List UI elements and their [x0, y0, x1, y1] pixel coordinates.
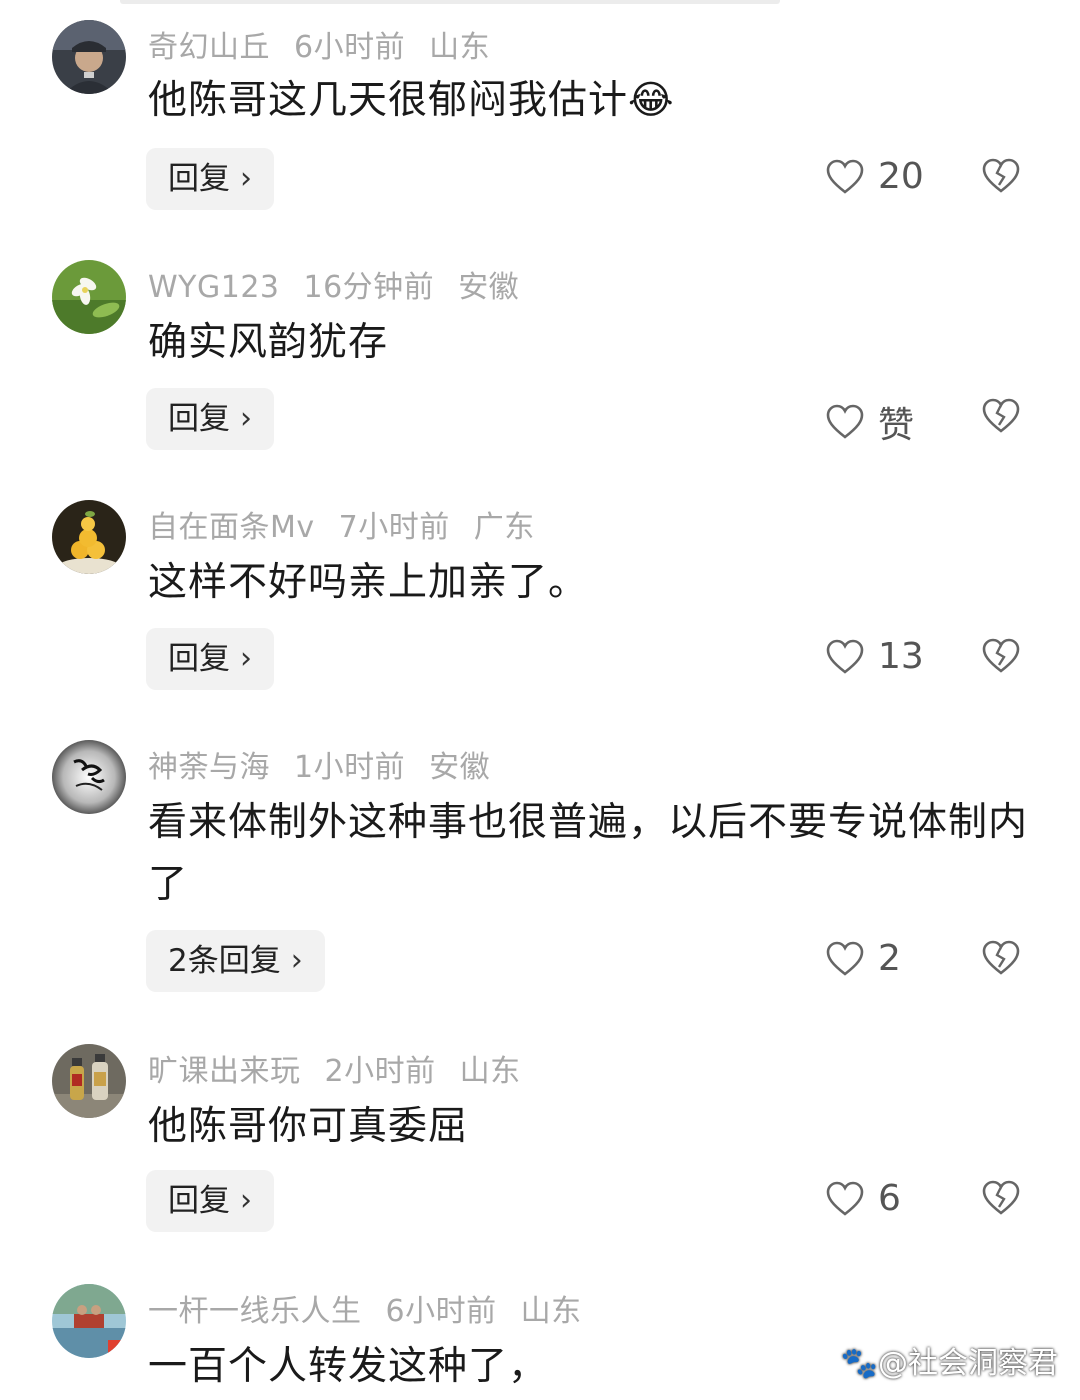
comment-body: 一百个人转发这种了，	[148, 1344, 549, 1389]
paw-icon: 🐾	[840, 1346, 878, 1381]
watermark-text: @社会洞察君	[878, 1346, 1058, 1381]
like-button[interactable]: 2	[826, 938, 901, 979]
comment-item: 旷课出来玩 2小时前 山东 他陈哥你可真委屈 回复 › 6	[0, 1044, 1080, 1244]
like-count: 13	[878, 636, 924, 677]
timestamp: 1小时前	[294, 750, 406, 785]
like-button[interactable]: 赞	[826, 396, 914, 448]
like-count: 6	[878, 1178, 901, 1219]
chevron-right-icon: ›	[240, 641, 252, 676]
comment-meta: 奇幻山丘 6小时前 山东	[148, 22, 514, 66]
comment-meta: 旷课出来玩 2小时前 山东	[148, 1046, 545, 1090]
user-avatar[interactable]	[52, 500, 126, 574]
heart-icon	[826, 639, 864, 674]
username[interactable]: 旷课出来玩	[148, 1054, 301, 1089]
comment-item: 奇幻山丘 6小时前 山东 他陈哥这几天很郁闷我估计😂 回复 › 20	[0, 20, 1080, 220]
username[interactable]: 一杆一线乐人生	[148, 1294, 362, 1329]
timestamp: 6小时前	[294, 30, 406, 65]
reply-label: 回复	[168, 1183, 230, 1219]
comment-text: 他陈哥你可真委屈	[148, 1096, 1038, 1158]
comment-text: 这样不好吗亲上加亲了。	[148, 552, 1038, 614]
heart-icon	[826, 404, 864, 439]
reply-label: 回复	[168, 161, 230, 197]
region: 安徽	[429, 750, 491, 785]
username[interactable]: 神荼与海	[148, 750, 270, 785]
comment-body: 看来体制外这种事也很普遍，以后不要专说体制内了	[148, 800, 1029, 907]
reply-button[interactable]: 回复 ›	[146, 388, 274, 450]
chevron-right-icon: ›	[240, 161, 252, 196]
region: 山东	[520, 1294, 582, 1329]
reply-label: 回复	[168, 401, 230, 437]
region: 山东	[429, 30, 491, 65]
like-count: 20	[878, 156, 924, 197]
like-count: 2	[878, 938, 901, 979]
laughing-crying-emoji: 😂	[628, 78, 675, 123]
region: 广东	[473, 510, 535, 545]
username[interactable]: 奇幻山丘	[148, 30, 270, 65]
timestamp: 16分钟前	[303, 270, 435, 305]
like-button[interactable]: 13	[826, 636, 924, 677]
reply-label: 2条回复	[168, 943, 281, 979]
timestamp: 7小时前	[338, 510, 450, 545]
comment-meta: 神荼与海 1小时前 安徽	[148, 742, 514, 786]
user-avatar[interactable]	[52, 1044, 126, 1118]
reply-button[interactable]: 回复 ›	[146, 148, 274, 210]
broken-heart-icon	[982, 158, 1020, 193]
timestamp: 2小时前	[324, 1054, 436, 1089]
reply-button[interactable]: 回复 ›	[146, 628, 274, 690]
user-avatar[interactable]	[52, 20, 126, 94]
watermark: 🐾@社会洞察君	[841, 1338, 1058, 1382]
broken-heart-icon	[982, 398, 1020, 433]
comment-body: 他陈哥你可真委屈	[148, 1104, 469, 1149]
comment-text: 看来体制外这种事也很普遍，以后不要专说体制内了	[148, 792, 1038, 916]
chevron-right-icon: ›	[240, 401, 252, 436]
dislike-button[interactable]	[982, 638, 1020, 678]
reply-button[interactable]: 2条回复 ›	[146, 930, 325, 992]
dislike-button[interactable]	[982, 158, 1020, 198]
region: 安徽	[458, 270, 520, 305]
dislike-button[interactable]	[982, 1180, 1020, 1220]
broken-heart-icon	[982, 940, 1020, 975]
reply-label: 回复	[168, 641, 230, 677]
timestamp: 6小时前	[385, 1294, 497, 1329]
comment-body: 他陈哥这几天很郁闷我估计	[148, 78, 629, 123]
dislike-button[interactable]	[982, 940, 1020, 980]
comment-body: 确实风韵犹存	[148, 320, 389, 365]
top-divider	[120, 0, 780, 4]
comment-meta: 自在面条Mv 7小时前 广东	[148, 502, 559, 546]
like-count: 赞	[878, 405, 915, 446]
comment-text: 确实风韵犹存	[148, 312, 1038, 374]
user-avatar[interactable]	[52, 740, 126, 814]
broken-heart-icon	[982, 638, 1020, 673]
heart-icon	[826, 159, 864, 194]
region: 山东	[459, 1054, 521, 1089]
heart-icon	[826, 941, 864, 976]
comment-item: WYG123 16分钟前 安徽 确实风韵犹存 回复 › 赞	[0, 260, 1080, 460]
user-avatar[interactable]	[52, 260, 126, 334]
dislike-button[interactable]	[982, 398, 1020, 438]
like-button[interactable]: 20	[826, 156, 924, 197]
broken-heart-icon	[982, 1180, 1020, 1215]
username[interactable]: WYG123	[148, 270, 280, 305]
comment-meta: WYG123 16分钟前 安徽	[148, 262, 543, 306]
comment-item: 神荼与海 1小时前 安徽 看来体制外这种事也很普遍，以后不要专说体制内了 2条回复 ›…	[0, 740, 1080, 1000]
reply-button[interactable]: 回复 ›	[146, 1170, 274, 1232]
username[interactable]: 自在面条Mv	[148, 510, 315, 545]
heart-icon	[826, 1181, 864, 1216]
comment-item: 自在面条Mv 7小时前 广东 这样不好吗亲上加亲了。 回复 › 13	[0, 500, 1080, 700]
comment-text: 他陈哥这几天很郁闷我估计😂	[148, 70, 1038, 132]
like-button[interactable]: 6	[826, 1178, 901, 1219]
comment-meta: 一杆一线乐人生 6小时前 山东	[148, 1286, 606, 1330]
user-avatar[interactable]	[52, 1284, 126, 1358]
comment-body: 这样不好吗亲上加亲了。	[148, 560, 589, 605]
chevron-right-icon: ›	[290, 943, 303, 978]
chevron-right-icon: ›	[240, 1183, 252, 1218]
